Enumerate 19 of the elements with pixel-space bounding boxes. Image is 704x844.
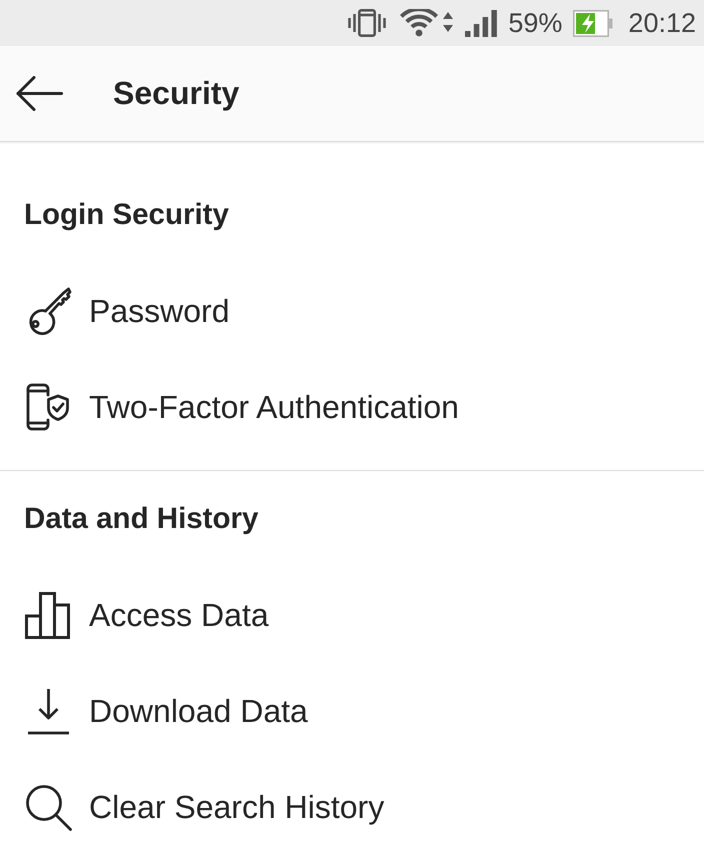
menu-item[interactable]: Download Data xyxy=(0,675,704,747)
vibrate-icon xyxy=(348,9,386,37)
search-icon xyxy=(24,784,72,830)
page-title: Security xyxy=(113,75,240,112)
menu-item[interactable]: Access Data xyxy=(0,579,704,651)
download-icon xyxy=(28,688,68,734)
section-heading: Data and History xyxy=(23,501,260,537)
menu-item[interactable]: Password xyxy=(0,275,704,347)
signal-icon xyxy=(465,10,498,36)
section-heading: Login Security xyxy=(23,197,230,233)
bar-chart-icon xyxy=(25,592,71,638)
back-button[interactable] xyxy=(16,76,63,111)
wifi-icon xyxy=(397,9,454,37)
phone-shield-icon xyxy=(26,383,70,431)
menu-item[interactable]: Two-Factor Authentication xyxy=(0,371,704,443)
battery-icon xyxy=(573,10,614,36)
clock-time: 20:12 xyxy=(628,10,696,36)
menu-item[interactable]: Clear Search History xyxy=(0,771,704,843)
battery-percentage: 59% xyxy=(508,10,562,36)
